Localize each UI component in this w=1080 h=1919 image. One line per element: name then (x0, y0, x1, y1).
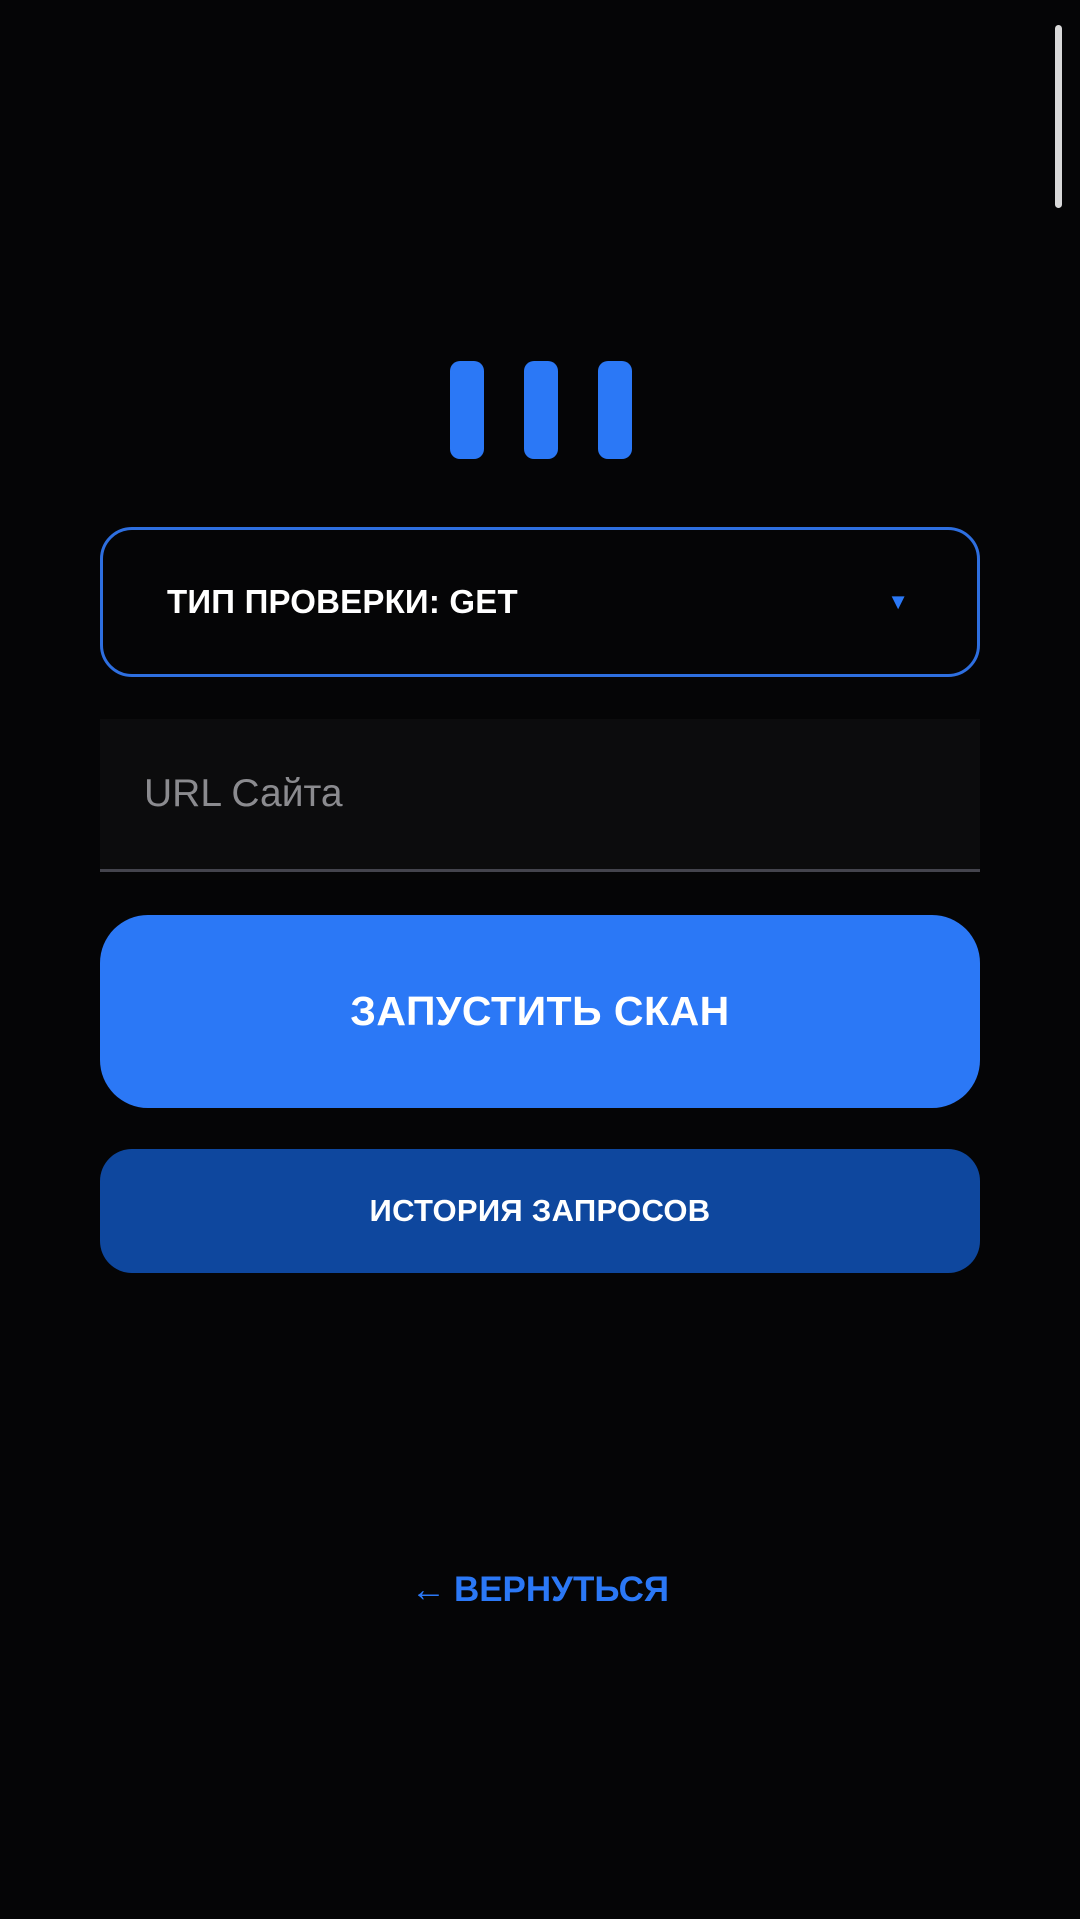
start-scan-button[interactable]: ЗАПУСТИТЬ СКАН (100, 915, 980, 1108)
url-field[interactable] (100, 719, 980, 872)
check-type-select[interactable]: ТИП ПРОВЕРКИ: GET ▼ (100, 527, 980, 677)
url-input[interactable] (144, 719, 934, 869)
back-link-label: ВЕРНУТЬСЯ (453, 1570, 670, 1609)
left-arrow-icon: ← (410, 1570, 446, 1609)
app-logo (448, 361, 632, 459)
dropdown-triangle-icon: ▼ (887, 589, 909, 614)
logo-bar-right (598, 361, 632, 459)
logo-bar-middle (524, 361, 558, 459)
scrollbar[interactable] (1055, 25, 1062, 208)
request-history-button[interactable]: ИСТОРИЯ ЗАПРОСОВ (100, 1149, 980, 1273)
logo-bar-left (450, 361, 484, 459)
back-link[interactable]: ← ВЕРНУТЬСЯ (0, 1565, 1080, 1615)
check-type-label: ТИП ПРОВЕРКИ: GET (167, 583, 518, 620)
